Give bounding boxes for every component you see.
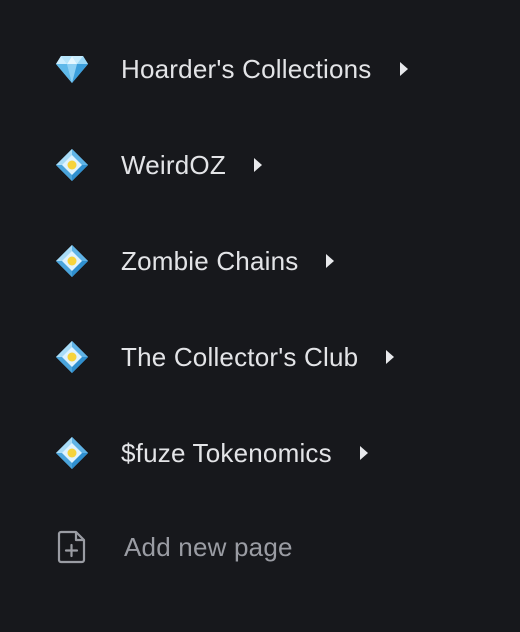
diamond-with-dot-icon [54, 147, 90, 183]
sidebar-item-label: WeirdOZ [121, 141, 262, 189]
sidebar-item-label: Zombie Chains [121, 237, 335, 285]
caret-right-icon[interactable] [359, 446, 368, 461]
diamond-with-dot-icon [54, 339, 90, 375]
diamond-with-dot-icon [54, 243, 90, 279]
sidebar-item-label: Hoarder's Collections [121, 45, 408, 93]
caret-right-icon[interactable] [386, 350, 395, 365]
sidebar: Hoarder's Collections WeirdOZ Zombie Cha… [0, 0, 520, 632]
caret-right-icon[interactable] [326, 254, 335, 269]
file-plus-icon [54, 529, 90, 565]
add-new-page-label: Add new page [124, 532, 293, 562]
caret-right-icon[interactable] [399, 62, 408, 77]
caret-right-icon[interactable] [253, 158, 262, 173]
sidebar-item-label: $fuze Tokenomics [121, 429, 368, 477]
diamond-with-dot-icon [54, 435, 90, 471]
gem-icon [54, 51, 90, 87]
sidebar-item-label: The Collector's Club [121, 333, 395, 381]
